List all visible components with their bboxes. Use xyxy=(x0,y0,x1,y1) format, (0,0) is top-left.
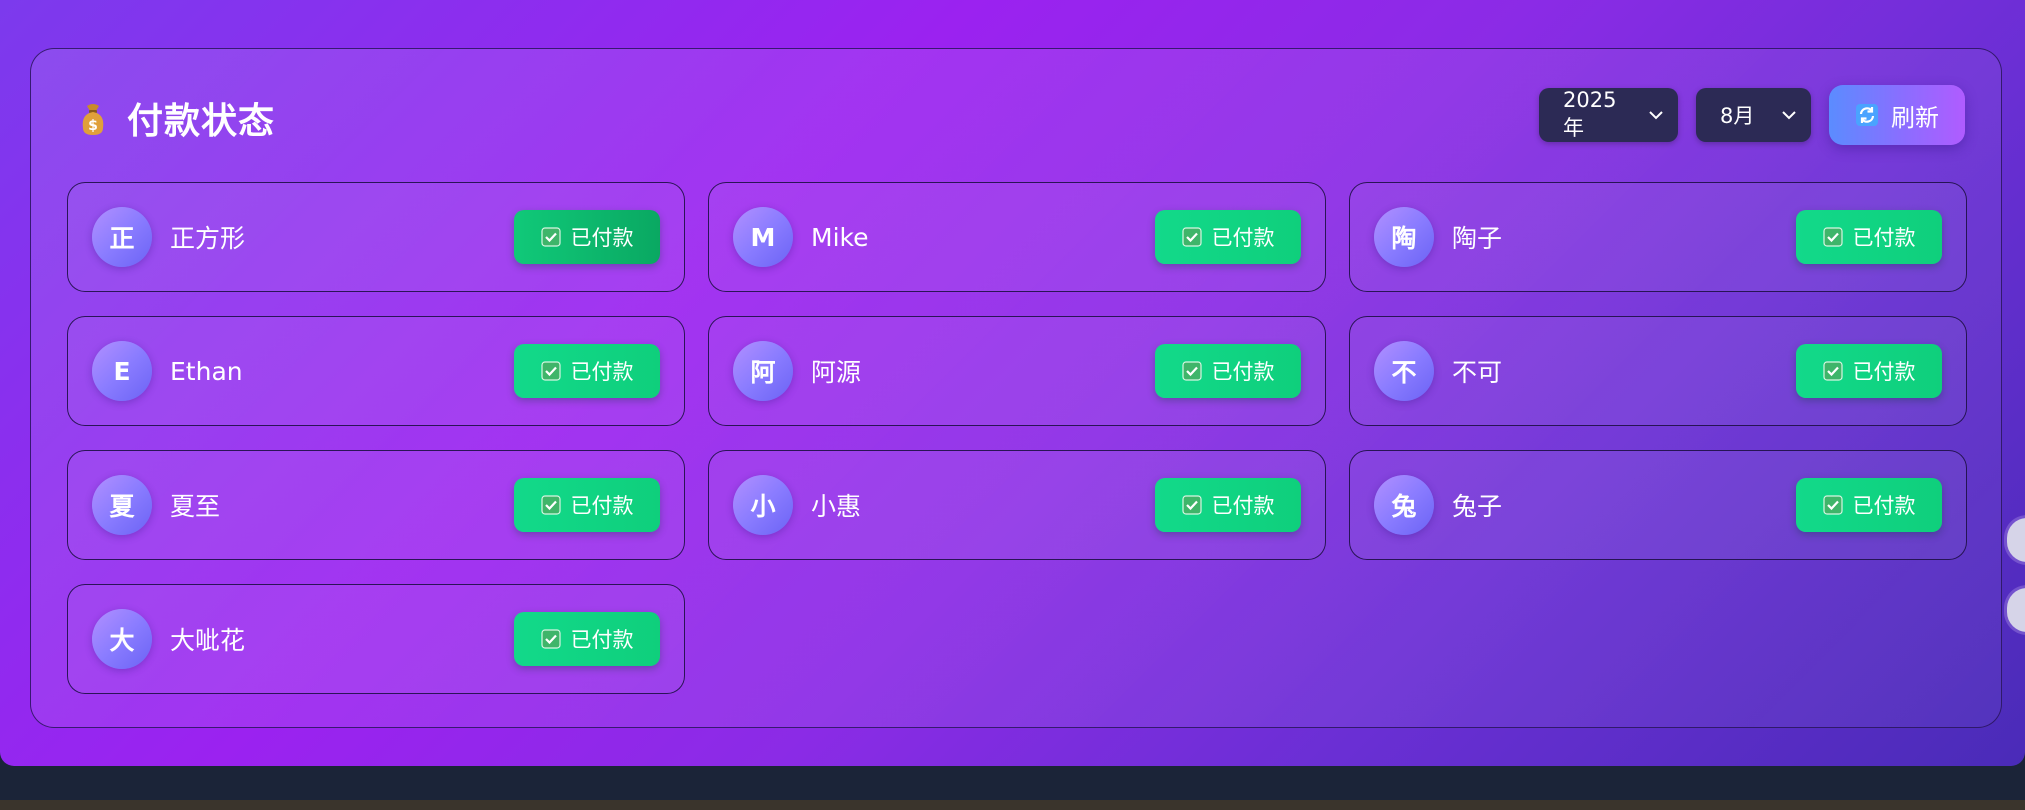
paid-status-label: 已付款 xyxy=(1852,494,1916,518)
member-name: 小惠 xyxy=(811,492,862,521)
paid-status-button[interactable]: 已付款 xyxy=(1155,478,1301,532)
paid-status-button[interactable]: 已付款 xyxy=(1796,210,1942,264)
paid-status-label: 已付款 xyxy=(570,226,634,250)
avatar: 不 xyxy=(1374,341,1434,401)
avatar: 正 xyxy=(92,207,152,267)
member-card: M Mike 已付款 xyxy=(708,182,1326,292)
paid-status-button[interactable]: 已付款 xyxy=(1796,478,1942,532)
page-title: 付款状态 xyxy=(127,101,276,142)
check-box-icon xyxy=(540,629,561,649)
member-card: 大 大呲花 已付款 xyxy=(67,584,685,694)
member-card: 陶 陶子 已付款 xyxy=(1349,182,1967,292)
check-box-icon xyxy=(1181,495,1202,515)
paid-status-label: 已付款 xyxy=(1211,226,1275,250)
member-card: 正 正方形 已付款 xyxy=(67,182,685,292)
money-bag-icon: $ xyxy=(82,104,104,135)
member-name: 阿源 xyxy=(811,358,862,387)
paid-status-label: 已付款 xyxy=(570,360,634,384)
panel-header: $ 付款状态 xyxy=(73,93,275,143)
chevron-down-icon xyxy=(1782,111,1796,120)
year-select-value: 2025年 xyxy=(1563,88,1617,140)
month-select[interactable]: 8月 xyxy=(1696,88,1811,142)
avatar: M xyxy=(733,207,793,267)
member-name: Mike xyxy=(811,222,869,252)
check-box-icon xyxy=(1181,361,1202,381)
paid-status-label: 已付款 xyxy=(1852,360,1916,384)
paid-status-button[interactable]: 已付款 xyxy=(1155,344,1301,398)
check-box-icon xyxy=(1822,361,1843,381)
paid-status-label: 已付款 xyxy=(570,494,634,518)
member-card: 阿 阿源 已付款 xyxy=(708,316,1326,426)
member-name: 兔子 xyxy=(1452,492,1503,521)
avatar: 夏 xyxy=(92,475,152,535)
check-box-icon xyxy=(540,361,561,381)
member-name: 不可 xyxy=(1452,358,1503,387)
member-card: 小 小惠 已付款 xyxy=(708,450,1326,560)
member-name: 夏至 xyxy=(170,492,221,521)
paid-status-button[interactable]: 已付款 xyxy=(514,612,660,666)
side-floating-button[interactable] xyxy=(2007,518,2025,562)
member-card: 不 不可 已付款 xyxy=(1349,316,1967,426)
member-card: 夏 夏至 已付款 xyxy=(67,450,685,560)
paid-status-label: 已付款 xyxy=(1211,494,1275,518)
app-background: $ 付款状态 2025年 8月 刷新 正 正方形 已付款 M Mike 已付款 … xyxy=(0,0,2025,766)
member-name: 大呲花 xyxy=(170,626,246,655)
avatar: 兔 xyxy=(1374,475,1434,535)
avatar: 阿 xyxy=(733,341,793,401)
svg-text:$: $ xyxy=(88,118,98,134)
paid-status-label: 已付款 xyxy=(570,628,634,652)
member-card: 兔 兔子 已付款 xyxy=(1349,450,1967,560)
paid-status-label: 已付款 xyxy=(1211,360,1275,384)
payment-status-panel: $ 付款状态 2025年 8月 刷新 正 正方形 已付款 M Mike 已付款 … xyxy=(30,48,2002,728)
check-box-icon xyxy=(540,495,561,515)
paid-status-button[interactable]: 已付款 xyxy=(514,478,660,532)
month-select-value: 8月 xyxy=(1720,104,1755,128)
side-floating-button[interactable] xyxy=(2007,588,2025,632)
refresh-icon xyxy=(1856,104,1878,126)
member-grid: 正 正方形 已付款 M Mike 已付款 陶 陶子 已付款 E Ethan 已付… xyxy=(67,182,1967,694)
year-select[interactable]: 2025年 xyxy=(1539,88,1678,142)
check-box-icon xyxy=(1822,227,1843,247)
member-name: Ethan xyxy=(170,356,243,386)
member-name: 正方形 xyxy=(170,224,246,253)
check-box-icon xyxy=(540,227,561,247)
avatar: 大 xyxy=(92,609,152,669)
paid-status-button[interactable]: 已付款 xyxy=(514,210,660,264)
paid-status-button[interactable]: 已付款 xyxy=(1155,210,1301,264)
avatar: 小 xyxy=(733,475,793,535)
paid-status-button[interactable]: 已付款 xyxy=(1796,344,1942,398)
member-card: E Ethan 已付款 xyxy=(67,316,685,426)
taskbar-strip xyxy=(0,800,2025,810)
check-box-icon xyxy=(1822,495,1843,515)
member-name: 陶子 xyxy=(1452,224,1503,253)
paid-status-button[interactable]: 已付款 xyxy=(514,344,660,398)
paid-status-label: 已付款 xyxy=(1852,226,1916,250)
avatar: E xyxy=(92,341,152,401)
refresh-button-label: 刷新 xyxy=(1891,103,1939,132)
header-controls: 2025年 8月 刷新 xyxy=(1539,85,1965,145)
refresh-button[interactable]: 刷新 xyxy=(1829,85,1965,145)
check-box-icon xyxy=(1181,227,1202,247)
chevron-down-icon xyxy=(1649,111,1663,120)
avatar: 陶 xyxy=(1374,207,1434,267)
